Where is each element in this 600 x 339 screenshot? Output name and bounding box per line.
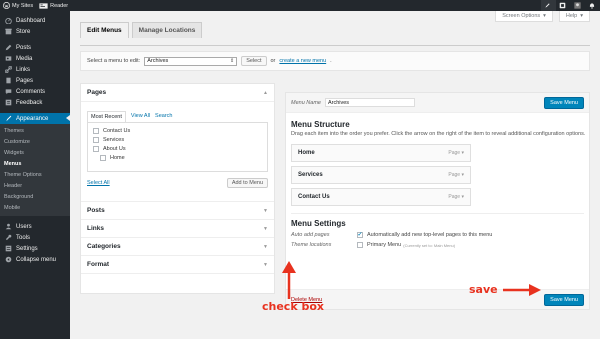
annotation-arrows (282, 261, 541, 299)
check-box-arrow (282, 261, 296, 299)
check-box-annotation: check box (262, 300, 325, 313)
save-arrow (503, 284, 541, 296)
save-annotation: save (469, 283, 498, 296)
